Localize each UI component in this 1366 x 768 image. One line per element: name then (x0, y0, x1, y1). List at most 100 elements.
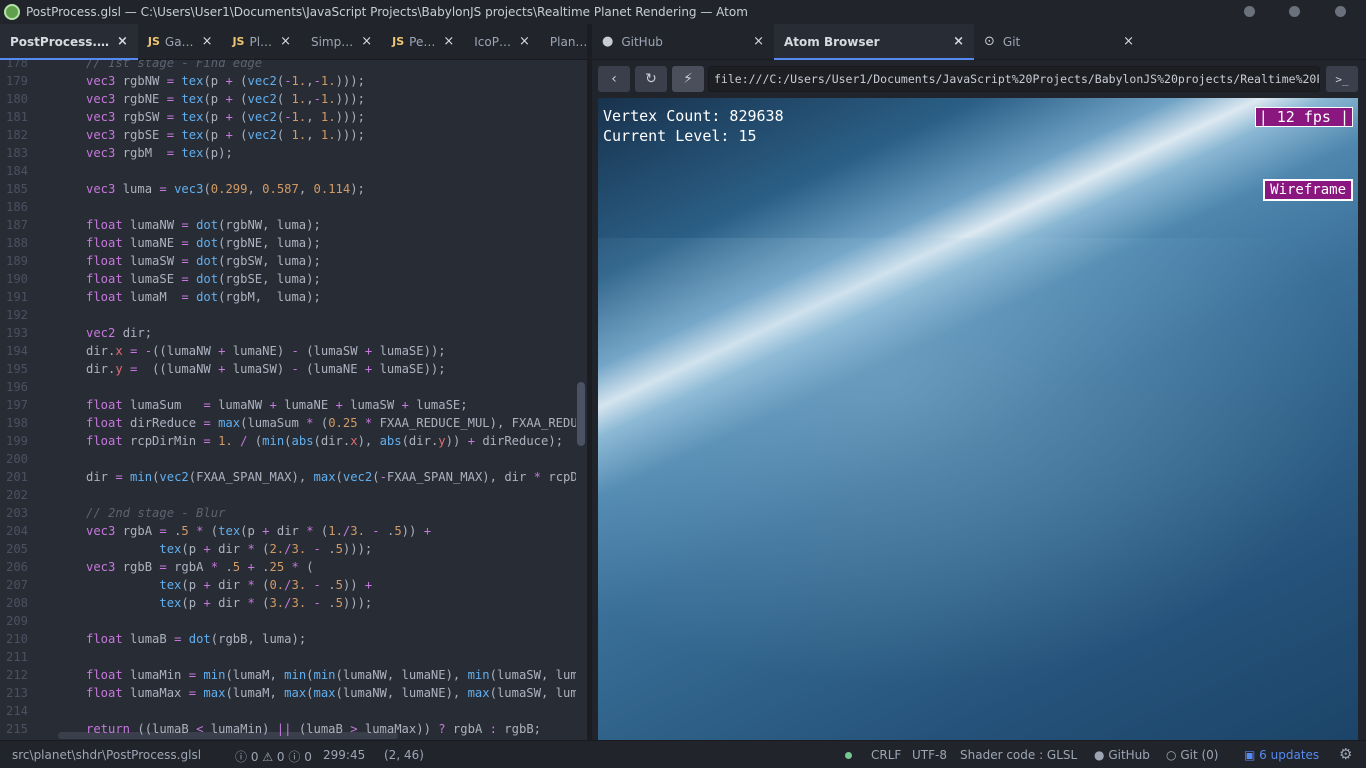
pane-divider[interactable] (587, 24, 592, 740)
editor-tab-label: IcoP… (474, 34, 511, 49)
close-tab-icon[interactable]: × (117, 34, 128, 49)
code-text: tex(p + dir * (0./3. - .5)) + (159, 578, 373, 592)
git-status[interactable]: ○ Git (0) (1166, 748, 1218, 762)
wireframe-button[interactable]: Wireframe (1263, 179, 1353, 201)
code-line[interactable]: 194 dir.x = -((lumaNW + lumaNE) - (lumaSW… (0, 342, 587, 360)
code-line[interactable]: 214 (0, 702, 587, 720)
code-text: float dirReduce = max(lumaSum * (0.25 * … (86, 416, 576, 430)
close-tab-icon[interactable]: × (1123, 34, 1134, 49)
dock-tab[interactable]: Atom Browser × (774, 24, 974, 60)
code-line[interactable]: 207 tex(p + dir * (0./3. - .5)) + (0, 576, 587, 594)
code-line[interactable]: 210 float lumaB = dot(rgbB, luma); (0, 630, 587, 648)
code-text: float lumaB = dot(rgbB, luma); (86, 632, 307, 646)
code-line[interactable]: 198 float dirReduce = max(lumaSum * (0.25… (0, 414, 587, 432)
code-line[interactable]: 189 float lumaSW = dot(rgbSW, luma); (0, 252, 587, 270)
github-icon: ● (1094, 748, 1105, 762)
close-tab-icon[interactable]: × (280, 34, 291, 49)
code-line[interactable]: 190 float lumaSE = dot(rgbSE, luma); (0, 270, 587, 288)
close-tab-icon[interactable]: × (753, 34, 764, 49)
code-line[interactable]: 211 (0, 648, 587, 666)
settings-gear-icon[interactable]: ⚙ (1339, 745, 1352, 763)
code-line[interactable]: 182 vec3 rgbSE = tex(p + (vec2( 1., 1.)))… (0, 126, 587, 144)
minimize-button[interactable] (1244, 6, 1255, 17)
dock-tab-bar: ● GitHub × Atom Browser × ⊙ Git × (592, 24, 1366, 60)
close-tab-icon[interactable]: × (443, 34, 454, 49)
code-line[interactable]: 212 float lumaMin = min(lumaM, min(min(lu… (0, 666, 587, 684)
line-number: 200 (5, 452, 28, 466)
close-tab-icon[interactable]: × (519, 34, 530, 49)
code-text: return ((lumaB < lumaMin) || (lumaB > lu… (86, 722, 541, 736)
editor-tab[interactable]: JS Pe… × (382, 24, 464, 59)
close-tab-icon[interactable]: × (361, 34, 372, 49)
git-commit-icon: ⊙ (984, 34, 995, 49)
code-line[interactable]: 205 tex(p + dir * (2./3. - .5))); (0, 540, 587, 558)
editor-tab[interactable]: Simp… × (301, 24, 382, 59)
dock-tab[interactable]: ⊙ Git × (974, 24, 1144, 59)
line-number: 182 (5, 128, 28, 142)
code-text: vec2 dir; (86, 326, 153, 340)
code-line[interactable]: 197 float lumaSum = lumaNW + lumaNE + lum… (0, 396, 587, 414)
editor-tab[interactable]: JS Pl… × (222, 24, 301, 59)
code-line[interactable]: 187 float lumaNW = dot(rgbNW, luma); (0, 216, 587, 234)
code-line[interactable]: 191 float lumaM = dot(rgbM, luma); (0, 288, 587, 306)
close-tab-icon[interactable]: × (202, 34, 213, 49)
code-line[interactable]: 204 vec3 rgbA = .5 * (tex(p + dir * (1./3… (0, 522, 587, 540)
live-reload-button[interactable]: ⚡ (672, 66, 704, 92)
code-line[interactable]: 183 vec3 rgbM = tex(p); (0, 144, 587, 162)
line-ending-selector[interactable]: CRLF (871, 748, 901, 762)
dock-tab[interactable]: ● GitHub × (592, 24, 774, 59)
line-number: 203 (5, 506, 28, 520)
code-line[interactable]: 193 vec2 dir; (0, 324, 587, 342)
code-line[interactable]: 206 vec3 rgbB = rgbA * .5 + .25 * ( (0, 558, 587, 576)
code-line[interactable]: 195 dir.y = ((lumaNW + lumaSW) - (lumaNE … (0, 360, 587, 378)
devtools-button[interactable]: >_ (1326, 66, 1358, 92)
file-path[interactable]: src\planet\shdr\PostProcess.glsl (12, 748, 201, 762)
render-canvas[interactable]: Vertex Count: 829638 Current Level: 15 |… (598, 98, 1358, 742)
code-line[interactable]: 184 (0, 162, 587, 180)
editor-tab[interactable]: PostProcess.… × (0, 24, 138, 60)
fps-counter: | 12 fps | (1254, 107, 1353, 127)
code-line[interactable]: 199 float rcpDirMin = 1. / (min(abs(dir.x… (0, 432, 587, 450)
reload-button[interactable]: ↻ (635, 66, 667, 92)
code-line[interactable]: 208 tex(p + dir * (3./3. - .5))); (0, 594, 587, 612)
encoding-selector[interactable]: UTF-8 (912, 748, 947, 762)
code-text: vec3 rgbA = .5 * (tex(p + dir * (1./3. -… (86, 524, 432, 538)
code-line[interactable]: 196 (0, 378, 587, 396)
updates-indicator[interactable]: ▣ 6 updates (1244, 748, 1319, 762)
terminal-icon: >_ (1335, 72, 1349, 86)
code-editor[interactable]: 178 // 1st stage - Find edge 179 vec3 rgbNW… (0, 60, 587, 740)
editor-tab[interactable]: IcoP… × (464, 24, 540, 59)
grammar-selector[interactable]: Shader code : GLSL (960, 748, 1077, 762)
code-line[interactable]: 201 dir = min(vec2(FXAA_SPAN_MAX), max(ve… (0, 468, 587, 486)
editor-tab[interactable]: JS Ga… × (138, 24, 223, 59)
maximize-button[interactable] (1289, 6, 1300, 17)
github-status[interactable]: ● GitHub (1094, 748, 1150, 762)
code-line[interactable]: 188 float lumaNE = dot(rgbNE, luma); (0, 234, 587, 252)
javascript-file-icon: JS (392, 35, 405, 48)
code-line[interactable]: 181 vec3 rgbSW = tex(p + (vec2(-1., 1.)))… (0, 108, 587, 126)
diagnostics[interactable]: ⓘ 0 ⚠ 0 ⓘ 0 (235, 748, 312, 765)
code-line[interactable]: 186 (0, 198, 587, 216)
cursor-position[interactable]: 299:45 (323, 748, 365, 762)
close-tab-icon[interactable]: × (953, 34, 964, 49)
code-line[interactable]: 178 // 1st stage - Find edge (0, 60, 587, 72)
close-window-button[interactable] (1335, 6, 1346, 17)
code-line[interactable]: 185 vec3 luma = vec3(0.299, 0.587, 0.114)… (0, 180, 587, 198)
code-line[interactable]: 200 (0, 450, 587, 468)
line-number: 198 (5, 416, 28, 430)
code-line[interactable]: 179 vec3 rgbNW = tex(p + (vec2(-1.,-1.)))… (0, 72, 587, 90)
code-line[interactable]: 215 return ((lumaB < lumaMin) || (lumaB >… (0, 720, 587, 738)
line-number: 187 (5, 218, 28, 232)
code-line[interactable]: 209 (0, 612, 587, 630)
github-label: GitHub (1108, 748, 1150, 762)
url-input[interactable]: file:///C:/Users/User1/Documents/JavaScr… (708, 66, 1320, 92)
code-line[interactable]: 180 vec3 rgbNE = tex(p + (vec2( 1.,-1.)))… (0, 90, 587, 108)
code-line[interactable]: 202 (0, 486, 587, 504)
code-line[interactable]: 192 (0, 306, 587, 324)
line-number: 190 (5, 272, 28, 286)
editor-tab-label: Pe… (409, 34, 436, 49)
code-line[interactable]: 213 float lumaMax = max(lumaM, max(max(lu… (0, 684, 587, 702)
code-line[interactable]: 203 // 2nd stage - Blur (0, 504, 587, 522)
back-button[interactable]: ‹ (598, 66, 630, 92)
editor-tab-bar: PostProcess.… × JS Ga… × JS Pl… × Simp… × JS Pe… × Ic… (0, 24, 606, 60)
